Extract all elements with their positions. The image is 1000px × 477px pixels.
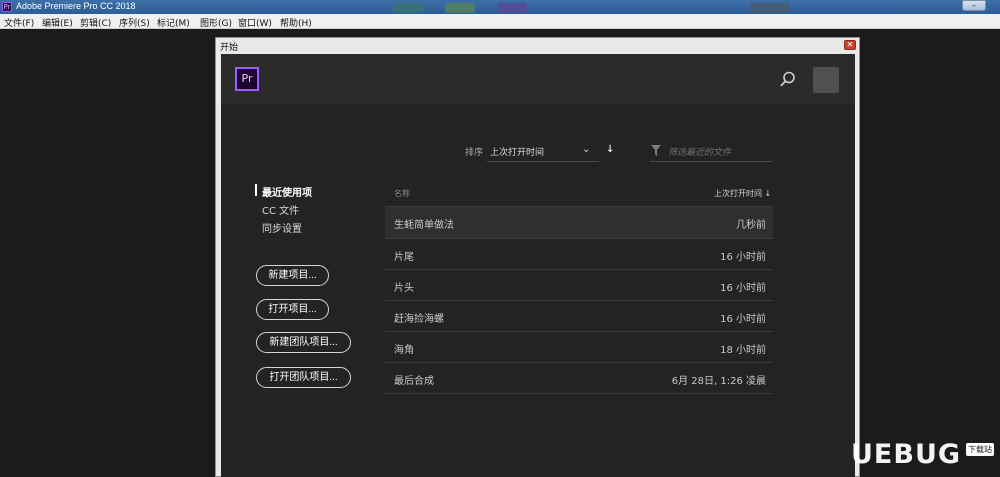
- table-row[interactable]: 赶海捡海螺 16 小时前: [385, 301, 773, 332]
- open-team-project-button[interactable]: 打开团队项目...: [256, 367, 351, 388]
- filter-underline: [650, 161, 772, 162]
- nav-item-recent[interactable]: 最近使用项: [262, 184, 312, 199]
- row-name: 片尾: [394, 252, 414, 263]
- nav-item-cc-files[interactable]: CC 文件: [262, 202, 299, 217]
- premiere-app-icon: Pr: [2, 2, 12, 12]
- menu-graphics[interactable]: 图形(G): [200, 16, 232, 29]
- filter-icon: [651, 145, 661, 156]
- nav-active-indicator: [255, 184, 257, 196]
- row-date: 几秒前: [736, 220, 766, 231]
- close-icon[interactable]: ✕: [844, 40, 856, 50]
- sort-direction-icon[interactable]: ↓: [606, 144, 614, 155]
- start-header: Pr: [221, 54, 855, 104]
- window-title: Adobe Premiere Pro CC 2018: [16, 1, 136, 11]
- table-row[interactable]: 生蚝简单做法 几秒前: [385, 207, 773, 238]
- sort-dropdown[interactable]: 上次打开时间: [490, 145, 544, 158]
- sort-label: 排序: [465, 148, 484, 158]
- menu-marker[interactable]: 标记(M): [157, 16, 190, 29]
- table-row[interactable]: 最后合成 6月 28日, 1:26 凌晨: [385, 363, 773, 394]
- watermark-logo: UEBUG: [851, 439, 962, 470]
- taskbar-thumb-icon: [445, 3, 475, 13]
- taskbar-thumb-icon: [393, 3, 423, 13]
- avatar[interactable]: [813, 67, 839, 93]
- row-name: 片头: [394, 283, 414, 294]
- row-name: 海角: [394, 345, 414, 356]
- taskbar-thumb-icon: [750, 3, 790, 13]
- table-row[interactable]: 片头 16 小时前: [385, 270, 773, 301]
- chevron-down-icon[interactable]: ⌄: [582, 144, 590, 155]
- window-titlebar: Pr Adobe Premiere Pro CC 2018 –: [0, 0, 1000, 14]
- menu-window[interactable]: 窗口(W): [238, 16, 272, 29]
- column-header-last-opened[interactable]: 上次打开时间 ↓: [714, 188, 771, 199]
- minimize-icon[interactable]: –: [962, 0, 986, 11]
- search-icon[interactable]: [779, 70, 797, 88]
- row-name: 最后合成: [394, 376, 434, 387]
- filter-input[interactable]: 筛选最近的文件: [668, 145, 731, 158]
- premiere-logo: Pr: [235, 67, 259, 91]
- menu-bar: 文件(F) 编辑(E) 剪辑(C) 序列(S) 标记(M) 图形(G) 窗口(W…: [0, 14, 1000, 29]
- row-date: 16 小时前: [720, 314, 766, 325]
- divider: [385, 393, 773, 394]
- new-team-project-button[interactable]: 新建团队项目...: [256, 332, 351, 353]
- row-name: 赶海捡海螺: [394, 314, 444, 325]
- row-date: 16 小时前: [720, 283, 766, 294]
- row-date: 6月 28日, 1:26 凌晨: [671, 376, 766, 387]
- menu-edit[interactable]: 编辑(E): [42, 16, 73, 29]
- menu-clip[interactable]: 剪辑(C): [80, 16, 111, 29]
- dialog-title: 开始: [220, 43, 239, 53]
- nav-item-sync-settings[interactable]: 同步设置: [262, 220, 302, 235]
- row-name: 生蚝简单做法: [394, 220, 454, 231]
- row-date: 18 小时前: [720, 345, 766, 356]
- row-date: 16 小时前: [720, 252, 766, 263]
- menu-help[interactable]: 帮助(H): [280, 16, 312, 29]
- taskbar-thumb-icon: [497, 3, 527, 13]
- open-project-button[interactable]: 打开项目...: [256, 299, 329, 320]
- watermark-sub: 下载站: [966, 443, 994, 456]
- table-row[interactable]: 片尾 16 小时前: [385, 239, 773, 270]
- table-row[interactable]: 海角 18 小时前: [385, 332, 773, 363]
- new-project-button[interactable]: 新建项目...: [256, 265, 329, 286]
- sort-underline: [487, 161, 599, 162]
- column-header-name[interactable]: 名称: [394, 188, 410, 199]
- menu-sequence[interactable]: 序列(S): [119, 16, 150, 29]
- menu-file[interactable]: 文件(F): [4, 16, 34, 29]
